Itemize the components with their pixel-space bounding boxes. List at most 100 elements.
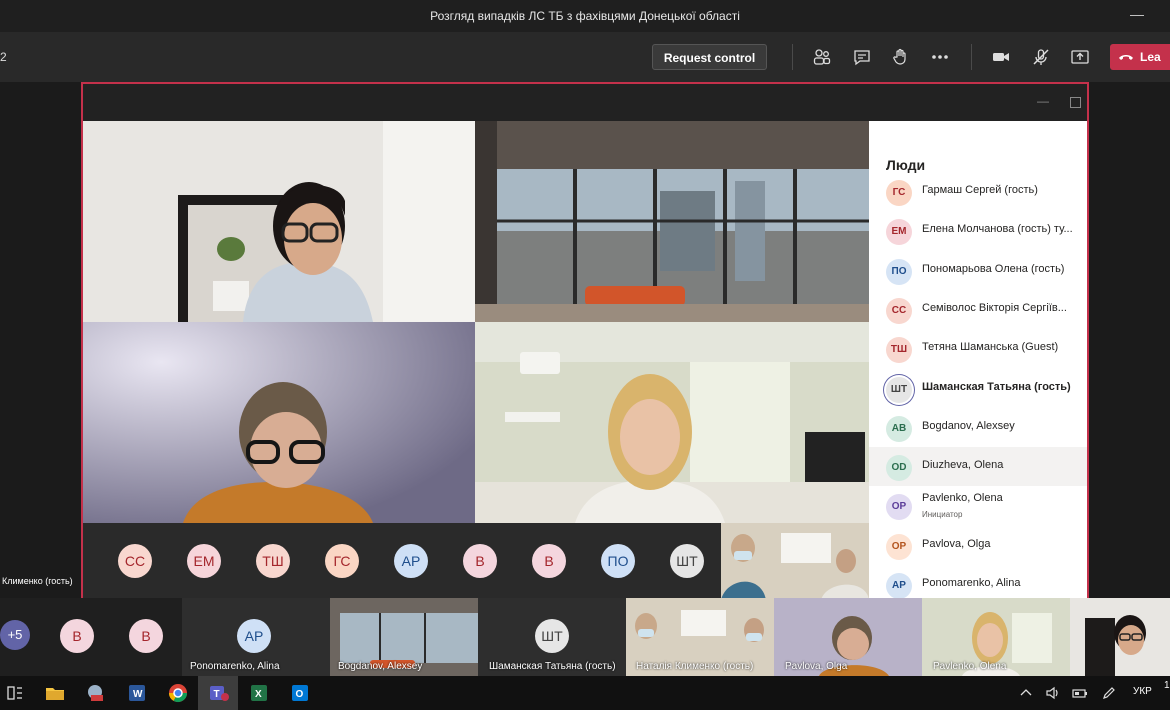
toolbar-divider <box>971 44 972 70</box>
word-icon[interactable]: W <box>126 682 148 704</box>
video-participant-3[interactable] <box>83 322 475 523</box>
tray-chevron-icon[interactable] <box>1018 685 1034 701</box>
participant-name: Diuzheva, Olena <box>922 459 1004 472</box>
participant-avatar: ТШ <box>886 337 912 364</box>
battery-icon[interactable] <box>1072 685 1088 701</box>
shared-minimize-icon: — <box>1037 94 1049 108</box>
video-participant-1[interactable] <box>83 121 475 322</box>
people-list-item[interactable]: ШТ Шаманская Татьяна (гость) <box>869 369 1087 408</box>
participant-avatar: ШТ <box>535 619 569 653</box>
chat-icon[interactable] <box>852 47 872 67</box>
minimize-icon[interactable]: — <box>1130 6 1144 22</box>
participant-avatar: OP <box>886 533 912 560</box>
people-list-item[interactable]: СС Семіволос Вікторія Сергіїв... <box>869 290 1087 329</box>
people-list-item[interactable]: AB Bogdanov, Alexsey <box>869 408 1087 447</box>
participant-name: Шаманская Татьяна (гость) <box>489 661 616 672</box>
teams-taskbar-active[interactable]: T <box>198 676 238 710</box>
participant-tile[interactable]: Наталія Клименко (гость) <box>626 598 774 676</box>
participant-avatar[interactable]: ЕМ <box>187 544 221 578</box>
outlook-icon[interactable]: O <box>289 682 311 704</box>
volume-icon[interactable] <box>1045 685 1061 701</box>
window-title: Розгляд випадків ЛС ТБ з фахівцями Донец… <box>430 9 740 23</box>
participant-avatar: ГС <box>886 180 912 206</box>
shared-window-titlebar: — <box>83 84 1087 121</box>
svg-text:O: O <box>296 689 304 700</box>
participant-name: Наталія Клименко (гость) <box>636 661 754 672</box>
participant-avatar: ЕМ <box>886 219 912 246</box>
participant-avatar[interactable]: ПО <box>601 544 635 578</box>
participant-avatar[interactable]: СС <box>118 544 152 578</box>
request-control-button[interactable]: Request control <box>652 44 767 70</box>
participant-avatar: OP <box>886 494 912 521</box>
video-participant-2[interactable] <box>475 121 869 322</box>
participant-tile[interactable]: AP Ponomarenko, Alina <box>182 598 330 676</box>
participant-avatar[interactable]: ТШ <box>256 544 290 578</box>
shared-maximize-icon <box>1070 97 1081 108</box>
raise-hand-icon[interactable] <box>891 47 911 67</box>
participant-avatar: ПО <box>886 258 912 285</box>
participant-name: Bogdanov, Alexsey <box>338 661 423 672</box>
people-list-item[interactable]: ЕМ Елена Молчанова (гость) ту... <box>869 211 1087 250</box>
people-list-item[interactable]: ГС Гармаш Сергей (гость) <box>869 172 1087 211</box>
participant-name: Bogdanov, Alexsey <box>922 419 1015 432</box>
task-view-icon[interactable] <box>4 682 26 704</box>
meeting-duration: 2 <box>0 50 7 64</box>
excel-icon[interactable]: X <box>248 682 270 704</box>
people-list-item[interactable]: ТШ Тетяна Шаманська (Guest) <box>869 329 1087 368</box>
participant-name: Ponomarenko, Alina <box>190 661 280 672</box>
participant-avatar[interactable]: ГС <box>325 544 359 578</box>
participant-tile[interactable]: Pavlenko, Olena <box>922 598 1070 676</box>
remote-desktop-icon[interactable] <box>85 682 107 704</box>
file-explorer-icon[interactable] <box>44 682 66 704</box>
people-list-item[interactable]: OP Pavlenko, Olena Инициатор <box>869 486 1087 525</box>
participant-name: Ponomarenko, Alina <box>922 577 1021 589</box>
participant-name: Елена Молчанова (гость) ту... <box>922 223 1073 236</box>
participant-tile[interactable]: Pavlova, Olga <box>774 598 922 676</box>
participant-avatar: AP <box>237 619 271 653</box>
mic-muted-icon[interactable] <box>1031 47 1051 67</box>
clock[interactable]: 1 <box>1164 680 1170 691</box>
people-list-item[interactable]: OP Pavlova, Olga <box>869 526 1087 565</box>
participant-tile[interactable] <box>1070 598 1170 676</box>
teams-icon: T <box>210 686 229 701</box>
participant-strip: +5 В В AP Ponomarenko, Alina Bogdanov, A… <box>0 598 1170 676</box>
chrome-icon[interactable] <box>167 682 189 704</box>
participant-name: Шаманская Татьяна (гость) <box>922 380 1071 393</box>
more-icon[interactable] <box>930 47 950 67</box>
video-participant-4[interactable] <box>475 322 869 523</box>
participant-name: Гармаш Сергей (гость) <box>922 184 1038 196</box>
meeting-toolbar: 2 Request control Lea <box>0 32 1170 82</box>
toolbar-divider <box>792 44 793 70</box>
people-list-item[interactable]: ПО Пономарьова Олена (гость) <box>869 251 1087 290</box>
participant-avatar: AP <box>886 573 912 598</box>
people-list-item[interactable]: AP Ponomarenko, Alina <box>869 565 1087 598</box>
speaker-name-label: Клименко (гость) <box>0 574 75 588</box>
svg-text:W: W <box>133 689 143 700</box>
pen-icon[interactable] <box>1101 685 1117 701</box>
participant-tile[interactable]: Bogdanov, Alexsey <box>330 598 478 676</box>
participants-icon[interactable] <box>812 47 832 67</box>
video-group-small[interactable] <box>721 523 869 598</box>
participant-name: Pavlenko, Olena <box>933 661 1007 672</box>
leave-button[interactable]: Lea <box>1110 44 1170 70</box>
participant-name: Pavlova, Olga <box>785 661 848 672</box>
participant-tile[interactable]: ШТ Шаманская Татьяна (гость) <box>478 598 626 676</box>
participant-avatar[interactable]: АР <box>394 544 428 578</box>
participant-avatar: ШТ <box>886 376 912 403</box>
participant-avatar: СС <box>886 297 912 324</box>
language-indicator[interactable]: УКР <box>1133 686 1152 697</box>
participant-name: Семіволос Вікторія Сергіїв... <box>922 301 1067 314</box>
participant-avatar[interactable]: ШТ <box>670 544 704 578</box>
more-participants-button[interactable]: +5 <box>0 620 30 650</box>
participant-avatar[interactable]: В <box>129 619 163 653</box>
people-list-item[interactable]: OD Diuzheva, Olena <box>869 447 1087 487</box>
participant-name: Pavlenko, Olena <box>922 492 1003 505</box>
camera-icon[interactable] <box>991 47 1011 67</box>
share-icon[interactable] <box>1070 47 1090 67</box>
participant-name: Пономарьова Олена (гость) <box>922 262 1065 275</box>
participant-avatar[interactable]: В <box>60 619 94 653</box>
participant-avatar[interactable]: В <box>532 544 566 578</box>
participant-avatar[interactable]: В <box>463 544 497 578</box>
hangup-icon <box>1119 55 1133 60</box>
shared-avatar-row: СС ЕМ ТШ ГС АР В В ПО ШТ <box>83 523 721 598</box>
